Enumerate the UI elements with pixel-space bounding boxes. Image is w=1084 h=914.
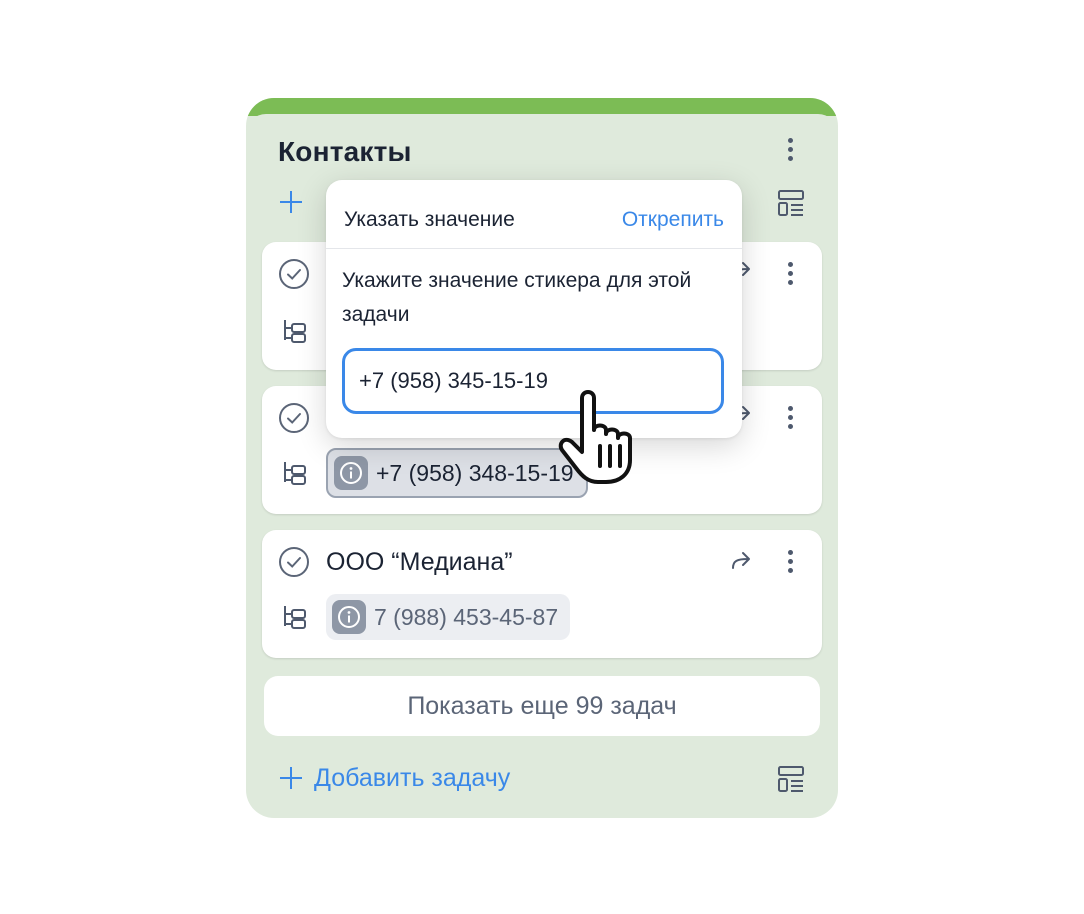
task-title: ООО “Медиана” — [326, 548, 513, 576]
task-card[interactable]: ООО “Медиана” 7 (988) 453-45-87 — [262, 530, 822, 658]
popover-description: Укажите значение стикера для этой задачи — [342, 269, 692, 326]
sticker-value: 7 (988) 453-45-87 — [374, 603, 559, 630]
column-menu-icon[interactable] — [786, 138, 794, 166]
sticker-value: +7 (958) 348-15-19 — [376, 459, 574, 486]
info-icon — [334, 456, 368, 490]
column-title: Контакты — [278, 136, 412, 167]
unpin-link[interactable]: Открепить — [622, 208, 724, 232]
task-menu-icon[interactable] — [786, 262, 794, 290]
column-accent-bar — [246, 98, 838, 134]
add-task-label: Добавить задачу — [314, 763, 511, 792]
layout-icon[interactable] — [778, 190, 804, 216]
tree-icon — [284, 462, 306, 485]
layout-icon[interactable] — [778, 766, 804, 792]
sticker-value-popover: Указать значение Открепить Укажите значе… — [326, 180, 742, 438]
check-circle-icon[interactable] — [278, 546, 310, 578]
share-arrow-icon[interactable] — [728, 548, 754, 574]
sticker-chip[interactable]: +7 (958) 348-15-19 — [326, 448, 588, 498]
popover-title: Указать значение — [344, 208, 515, 231]
add-task-button-top[interactable] — [280, 184, 302, 220]
plus-icon — [280, 191, 302, 213]
info-icon — [332, 600, 366, 634]
tree-icon — [284, 606, 306, 629]
tree-icon — [284, 320, 306, 343]
sticker-chip[interactable]: 7 (988) 453-45-87 — [326, 594, 571, 640]
popover-header: Указать значение Открепить — [326, 180, 742, 249]
task-menu-icon[interactable] — [786, 406, 794, 434]
check-circle-icon[interactable] — [278, 402, 310, 434]
sticker-value-input[interactable] — [342, 348, 724, 414]
check-circle-icon[interactable] — [278, 258, 310, 290]
hand-pointer-icon — [558, 390, 632, 484]
add-task-button[interactable]: Добавить задачу — [280, 760, 510, 796]
show-more-button[interactable]: Показать еще 99 задач — [264, 676, 820, 736]
plus-icon — [280, 767, 302, 789]
task-menu-icon[interactable] — [786, 550, 794, 578]
